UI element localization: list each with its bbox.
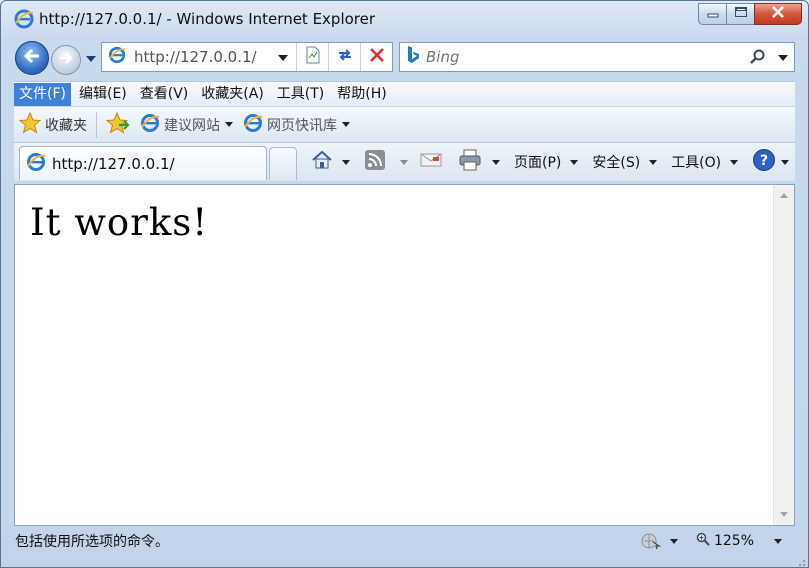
search-icon[interactable]	[750, 49, 766, 69]
page-menu-label: 页面(P)	[514, 155, 562, 171]
suggested-sites-dropdown-icon	[225, 122, 233, 127]
help-dropdown-icon	[781, 159, 790, 165]
help-button[interactable]: ?	[748, 147, 793, 177]
recent-pages-dropdown[interactable]	[86, 56, 96, 62]
menu-tools[interactable]: 工具(T)	[272, 83, 329, 106]
new-tab-button[interactable]	[269, 147, 297, 180]
menu-file[interactable]: 文件(F)	[14, 82, 71, 106]
print-button[interactable]	[454, 147, 486, 177]
menu-help[interactable]: 帮助(H)	[332, 83, 391, 106]
search-input[interactable]	[426, 48, 726, 66]
stop-button[interactable]	[360, 43, 392, 71]
add-favorite-star-icon	[105, 111, 130, 138]
tab-title: http://127.0.0.1/	[52, 154, 175, 173]
zoom-level: 125%	[713, 533, 754, 549]
favorites-button[interactable]: 收藏夹	[14, 111, 92, 139]
address-bar[interactable]	[101, 42, 393, 72]
status-right: 125%	[640, 529, 796, 553]
suggested-sites-ie-icon	[140, 113, 160, 137]
stop-x-icon	[369, 47, 385, 67]
feeds-button[interactable]	[360, 147, 390, 177]
safety-menu-dropdown-icon	[649, 159, 658, 165]
maximize-icon	[734, 6, 748, 22]
printer-icon	[458, 149, 482, 175]
forward-button[interactable]	[51, 45, 81, 75]
menu-favorites[interactable]: 收藏夹(A)	[196, 83, 269, 106]
page-menu-button[interactable]: 页面(P)	[510, 147, 582, 177]
web-slice-gallery-button[interactable]: 网页快讯库	[238, 111, 355, 139]
compatibility-view-icon	[305, 46, 321, 68]
scroll-down-icon[interactable]	[780, 512, 788, 517]
star-icon	[18, 111, 42, 138]
suggested-sites-button[interactable]: 建议网站	[135, 111, 238, 139]
menu-edit[interactable]: 编辑(E)	[74, 83, 132, 106]
title-bar: http://127.0.0.1/ - Windows Internet Exp…	[1, 1, 808, 39]
tab-current[interactable]: http://127.0.0.1/	[19, 146, 267, 180]
safety-menu-button[interactable]: 安全(S)	[588, 147, 661, 177]
vertical-scrollbar[interactable]	[773, 185, 794, 525]
scroll-up-icon[interactable]	[780, 193, 788, 198]
zoom-magnifier-icon	[696, 532, 710, 550]
safety-menu-label: 安全(S)	[592, 155, 641, 171]
page-content: It works!	[14, 184, 795, 526]
page-ie-icon	[108, 46, 126, 68]
forward-arrow-icon	[58, 51, 74, 69]
web-slice-ie-icon	[243, 113, 263, 137]
compatibility-view-button[interactable]	[296, 43, 328, 71]
mail-icon	[420, 152, 442, 172]
read-mail-button[interactable]	[416, 147, 446, 177]
web-slice-gallery-label: 网页快讯库	[267, 117, 337, 134]
menu-view[interactable]: 查看(V)	[135, 83, 194, 106]
protected-mode-dropdown[interactable]	[669, 538, 678, 544]
address-toolbar	[1, 39, 808, 77]
suggested-sites-label: 建议网站	[164, 117, 220, 134]
resize-grip[interactable]	[796, 555, 806, 566]
protected-mode-icon[interactable]	[640, 532, 662, 550]
refresh-button[interactable]	[328, 43, 360, 71]
address-dropdown[interactable]	[278, 55, 288, 61]
search-box[interactable]	[399, 42, 795, 72]
bing-logo-icon	[406, 45, 420, 69]
page-menu-dropdown-icon	[570, 159, 579, 165]
status-text: 包括使用所选项的命令。	[15, 534, 169, 550]
favorites-bar: 收藏夹 建议网站 网页快讯库	[14, 107, 795, 143]
print-dropdown[interactable]	[492, 159, 500, 165]
zoom-control[interactable]: 125%	[696, 532, 754, 550]
refresh-icon	[336, 47, 354, 67]
minimize-button[interactable]	[698, 3, 726, 25]
page-heading: It works!	[30, 201, 209, 244]
tools-menu-label: 工具(O)	[671, 155, 722, 171]
home-dropdown[interactable]	[342, 159, 350, 165]
window-title: http://127.0.0.1/ - Windows Internet Exp…	[39, 10, 376, 28]
ie-logo-icon	[14, 9, 34, 29]
rss-feed-icon	[364, 149, 386, 175]
minimize-icon	[707, 6, 719, 22]
maximize-button[interactable]	[726, 3, 754, 25]
tab-ie-icon	[26, 152, 46, 176]
tools-menu-button[interactable]: 工具(O)	[667, 147, 742, 177]
tab-row: http://127.0.0.1/ 页面(P) 安全(S) 工具(O) ?	[14, 143, 795, 181]
back-arrow-icon	[23, 48, 41, 68]
tools-menu-dropdown-icon	[730, 159, 739, 165]
address-input[interactable]	[134, 48, 264, 66]
feeds-dropdown[interactable]	[400, 159, 408, 165]
close-button[interactable]	[754, 3, 802, 25]
command-bar: 页面(P) 安全(S) 工具(O) ?	[307, 143, 793, 181]
svg-text:?: ?	[760, 153, 768, 169]
status-bar: 包括使用所选项的命令。 125%	[9, 529, 796, 553]
favorites-label: 收藏夹	[45, 117, 87, 134]
back-button[interactable]	[15, 41, 49, 75]
menu-bar: 文件(F) 编辑(E) 查看(V) 收藏夹(A) 工具(T) 帮助(H)	[14, 81, 795, 106]
search-options-dropdown[interactable]	[778, 55, 788, 61]
home-icon	[311, 150, 333, 174]
add-to-favorites-bar-button[interactable]	[101, 111, 135, 139]
help-icon: ?	[752, 148, 776, 176]
home-button[interactable]	[307, 147, 337, 177]
close-icon	[771, 6, 785, 22]
web-slice-dropdown-icon	[342, 122, 350, 127]
favorites-separator	[96, 111, 97, 138]
caption-buttons	[698, 3, 802, 25]
zoom-dropdown[interactable]	[774, 538, 782, 544]
ie-window: http://127.0.0.1/ - Windows Internet Exp…	[0, 0, 809, 568]
